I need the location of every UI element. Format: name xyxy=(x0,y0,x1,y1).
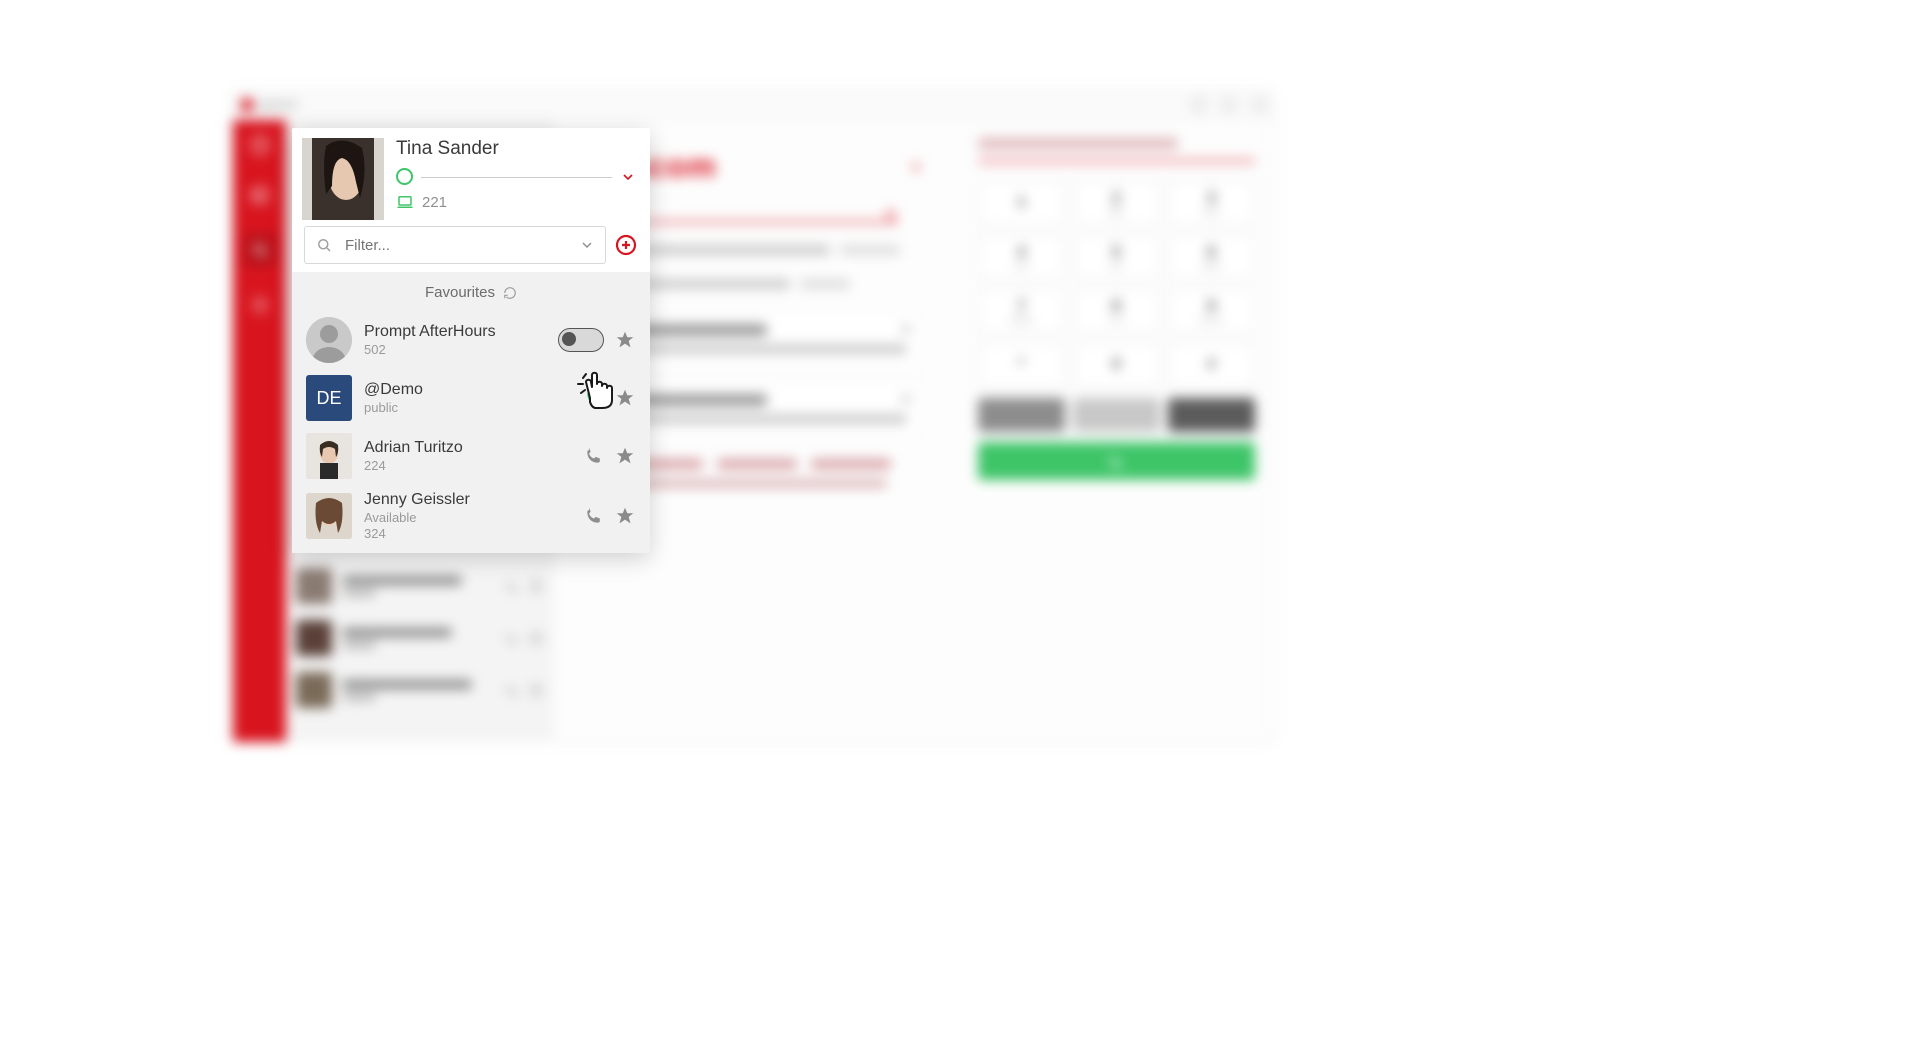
contact-name: Adrian Turitzo xyxy=(364,439,572,457)
star-icon[interactable] xyxy=(614,387,636,409)
add-button[interactable] xyxy=(614,233,638,257)
main-search-line xyxy=(617,221,897,223)
favourites-header: Favourites xyxy=(292,272,650,311)
contact-name: Jenny Geissler xyxy=(364,491,572,509)
avatar xyxy=(306,317,352,363)
minimize-icon xyxy=(1193,99,1205,111)
keypad-key[interactable]: # xyxy=(1168,342,1255,388)
contact-row[interactable]: Prompt AfterHours502 xyxy=(292,311,650,369)
star-icon[interactable] xyxy=(614,329,636,351)
keypad-key[interactable]: 7PQRS xyxy=(978,288,1065,334)
window-title: pascom xyxy=(259,99,298,111)
keypad-key[interactable]: 2ABC xyxy=(1073,180,1160,226)
profile-header: Tina Sander 221 xyxy=(292,128,650,222)
my-name: Tina Sander xyxy=(396,138,636,160)
left-nav xyxy=(233,120,286,742)
contact-sub: 502 xyxy=(364,342,546,357)
search-icon xyxy=(244,234,276,266)
contact-sub: 224 xyxy=(364,458,572,473)
contacts-icon xyxy=(249,184,271,206)
keypad-key[interactable]: * xyxy=(978,342,1065,388)
contact-row[interactable]: Jenny GeisslerAvailable324 xyxy=(292,485,650,547)
presence-available-icon xyxy=(396,168,413,185)
contact-name: Prompt AfterHours xyxy=(364,323,546,341)
favourites-label: Favourites xyxy=(425,284,495,301)
keypad-key[interactable]: 3DEF xyxy=(1168,180,1255,226)
star-icon[interactable] xyxy=(614,505,636,527)
phone-icon[interactable] xyxy=(584,388,604,408)
filter-input-box[interactable] xyxy=(304,226,606,264)
keypad-key[interactable]: 8TUV xyxy=(1073,288,1160,334)
my-extension: 221 xyxy=(422,194,447,211)
call-button xyxy=(978,442,1255,480)
star-icon[interactable] xyxy=(614,445,636,467)
laptop-icon xyxy=(396,193,414,211)
my-avatar[interactable] xyxy=(302,138,384,220)
contact-ext: 324 xyxy=(364,526,572,541)
refresh-icon[interactable] xyxy=(503,286,517,300)
contact-row[interactable]: Adrian Turitzo224 xyxy=(292,427,650,485)
avatar: DE xyxy=(306,375,352,421)
close-icon xyxy=(1253,99,1265,111)
gear-icon xyxy=(908,159,924,175)
avatar xyxy=(306,493,352,539)
search-icon xyxy=(315,236,333,254)
phone-icon[interactable] xyxy=(584,506,604,526)
phone-icon[interactable] xyxy=(584,446,604,466)
contact-row[interactable]: DE @Demopublic xyxy=(292,369,650,427)
dialpad-blurred: 12ABC3DEF 4GHI5JKL6MNO 7PQRS8TUV9WXYZ *0# xyxy=(960,120,1273,742)
maximize-icon xyxy=(1223,99,1235,111)
contact-sub: public xyxy=(364,400,572,415)
contacts-panel: Tina Sander 221 Favourites Prompt AfterH… xyxy=(292,128,650,553)
window-controls xyxy=(1193,99,1265,111)
device-extension[interactable]: 221 xyxy=(396,193,636,211)
keypad-key[interactable]: 0 xyxy=(1073,342,1160,388)
avatar xyxy=(306,433,352,479)
keypad-key[interactable]: 9WXYZ xyxy=(1168,288,1255,334)
keypad-key[interactable]: 6MNO xyxy=(1168,234,1255,280)
chevron-down-icon xyxy=(620,169,636,185)
keypad-key[interactable]: 1 xyxy=(978,180,1065,226)
availability-toggle[interactable] xyxy=(558,328,604,352)
filter-input[interactable] xyxy=(343,236,579,255)
titlebar: pascom xyxy=(233,91,1273,120)
keypad-key[interactable]: 4GHI xyxy=(978,234,1065,280)
status-selector[interactable] xyxy=(396,168,636,185)
chevron-down-icon[interactable] xyxy=(579,237,595,253)
contacts-list: Favourites Prompt AfterHours502 DE @Demopu… xyxy=(292,272,650,553)
contact-name: @Demo xyxy=(364,381,572,399)
history-icon xyxy=(249,134,271,156)
contact-sub: Available xyxy=(364,510,572,525)
settings-icon xyxy=(249,294,271,316)
keypad-key[interactable]: 5JKL xyxy=(1073,234,1160,280)
